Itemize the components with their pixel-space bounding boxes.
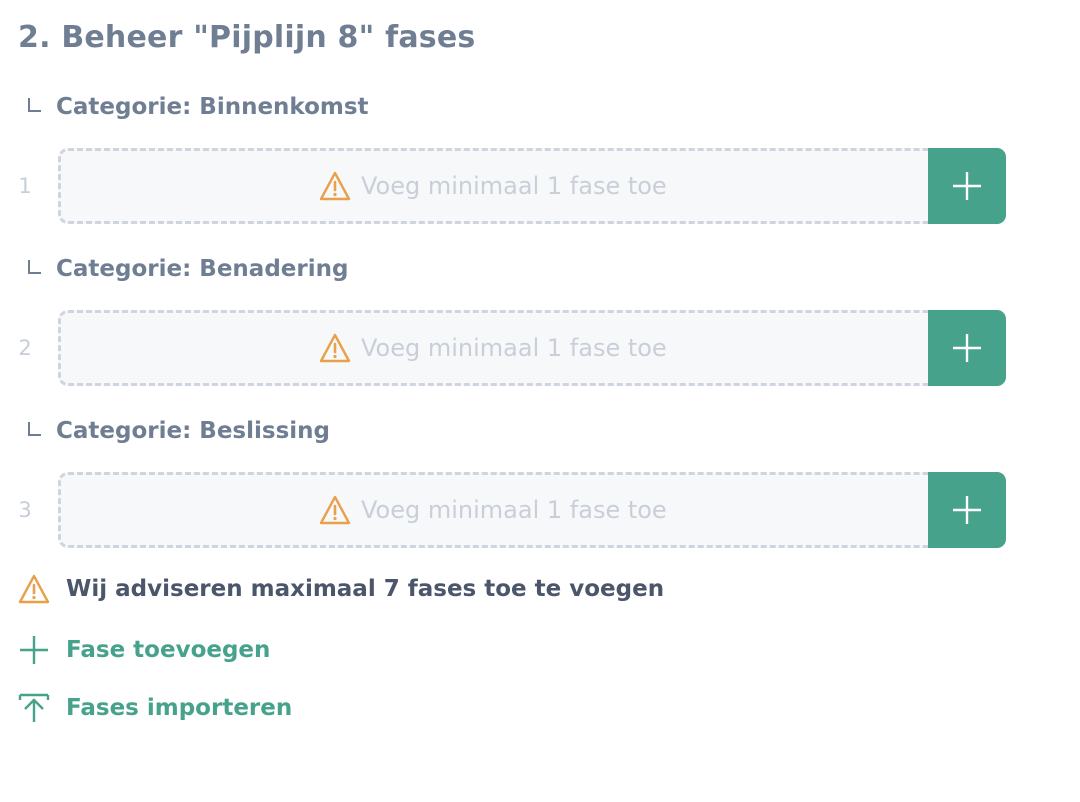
add-phase-button[interactable] [928, 472, 1006, 548]
import-phases-label: Fases importeren [66, 695, 293, 721]
category-heading-benadering: Categorie: Benadering [28, 254, 348, 284]
add-phase-label: Fase toevoegen [66, 637, 271, 663]
row-number: 2 [18, 336, 32, 360]
plus-icon [18, 634, 50, 666]
row-number: 3 [18, 498, 32, 522]
dropzone-placeholder: Voeg minimaal 1 fase toe [361, 172, 667, 200]
category-label: Categorie: Beslissing [56, 418, 330, 444]
plus-icon [951, 494, 983, 526]
add-phase-link[interactable]: Fase toevoegen [18, 634, 270, 666]
warning-triangle-icon [319, 171, 351, 201]
tree-corner-icon [28, 98, 41, 112]
tree-corner-icon [28, 422, 41, 436]
category-heading-binnenkomst: Categorie: Binnenkomst [28, 92, 369, 122]
category-label: Categorie: Benadering [56, 256, 349, 282]
phase-dropzone-binnenkomst[interactable]: Voeg minimaal 1 fase toe [58, 148, 1006, 224]
dropzone-placeholder: Voeg minimaal 1 fase toe [361, 496, 667, 524]
warning-triangle-icon [319, 495, 351, 525]
import-phases-link[interactable]: Fases importeren [18, 692, 292, 724]
dropzone-message: Voeg minimaal 1 fase toe [319, 151, 927, 221]
tree-corner-icon [28, 260, 41, 274]
dropzone-message: Voeg minimaal 1 fase toe [319, 475, 927, 545]
warning-triangle-icon [18, 574, 50, 604]
row-number: 1 [18, 174, 32, 198]
dropzone-placeholder: Voeg minimaal 1 fase toe [361, 334, 667, 362]
upload-arrow-icon [18, 692, 50, 724]
dropzone-message: Voeg minimaal 1 fase toe [319, 313, 927, 383]
phase-dropzone-beslissing[interactable]: Voeg minimaal 1 fase toe [58, 472, 1006, 548]
plus-icon [951, 332, 983, 364]
plus-icon [951, 170, 983, 202]
category-label: Categorie: Binnenkomst [56, 94, 369, 120]
add-phase-button[interactable] [928, 148, 1006, 224]
category-heading-beslissing: Categorie: Beslissing [28, 416, 330, 446]
phase-dropzone-benadering[interactable]: Voeg minimaal 1 fase toe [58, 310, 1006, 386]
page-title: 2. Beheer "Pijplijn 8" fases [18, 20, 476, 55]
advice-text: Wij adviseren maximaal 7 fases toe te vo… [66, 576, 665, 602]
advice-note: Wij adviseren maximaal 7 fases toe te vo… [18, 574, 664, 604]
warning-triangle-icon [319, 333, 351, 363]
add-phase-button[interactable] [928, 310, 1006, 386]
